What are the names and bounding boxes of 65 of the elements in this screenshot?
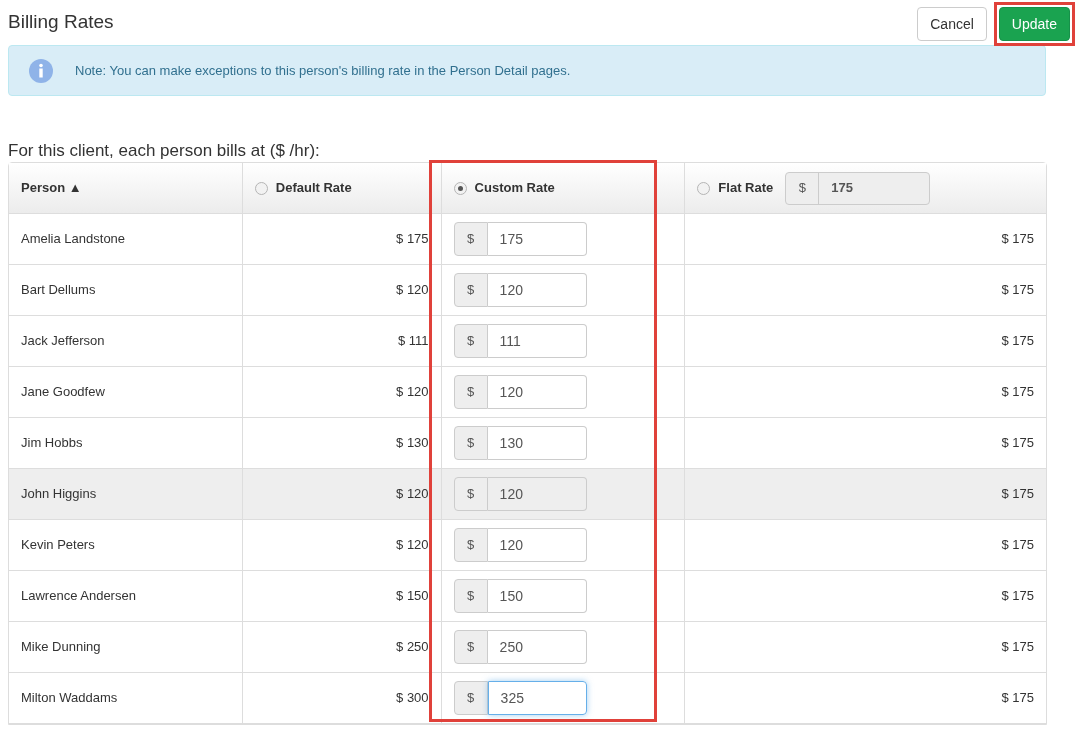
note-text: Note: You can make exceptions to this person's billing rate in the Person Detail pages. [75,61,571,80]
custom-rate-input[interactable]: 120 [487,528,587,562]
person-name: Amelia Landstone [21,230,126,249]
person-name: Kevin Peters [21,536,95,555]
radio-button[interactable] [254,181,268,195]
person-name: Jack Jefferson [21,332,105,351]
flat-rate-field[interactable]: $ 175 [785,171,931,205]
currency-addon: $ [453,273,488,307]
default-rate: $ 300 [396,689,429,708]
column-header[interactable]: Person ▲ [21,178,82,198]
person-name: Jane Goodfew [21,383,105,402]
custom-rate-input[interactable]: 120 [487,273,587,307]
table-caption: For this client, each person bills at ($ /hr): [8,140,321,162]
default-rate: $ 175 [396,230,429,249]
custom-rate-input[interactable]: 111 [487,324,587,358]
flat-rate: $ 175 [1001,587,1034,606]
currency-addon: $ [786,172,820,204]
currency-addon: $ [453,528,488,562]
currency-addon: $ [453,324,488,358]
flat-rate: $ 175 [1001,434,1034,453]
flat-rate: $ 175 [1001,383,1034,402]
currency-addon: $ [453,681,488,715]
flat-rate: $ 175 [1001,281,1034,300]
currency-addon: $ [453,630,488,664]
custom-rate-input[interactable]: 120 [487,477,587,511]
person-name: Jim Hobbs [21,434,83,453]
custom-rate-input[interactable]: 325 [487,681,587,715]
flat-rate: $ 175 [1001,332,1034,351]
default-rate: $ 120 [396,485,429,504]
currency-addon: $ [453,477,488,511]
flat-rate-value: 175 [830,179,853,198]
flat-rate: $ 175 [1001,230,1034,249]
person-name: Lawrence Andersen [21,587,136,606]
cancel-button[interactable]: Cancel [917,7,987,41]
default-rate: $ 120 [396,383,429,402]
radio-button[interactable] [453,181,467,195]
default-rate: $ 150 [396,587,429,606]
custom-rate-input[interactable]: 175 [487,222,587,256]
custom-rate-input[interactable]: 120 [487,375,587,409]
currency-addon: $ [453,579,488,613]
default-rate: $ 111 [398,332,429,351]
flat-rate: $ 175 [1001,638,1034,657]
default-rate: $ 130 [396,434,429,453]
column-header[interactable]: Flat Rate [718,178,774,198]
radio-button[interactable] [697,181,711,195]
flat-rate: $ 175 [1001,689,1034,708]
custom-rate-input[interactable]: 130 [487,426,587,460]
person-name: Milton Waddams [21,689,118,708]
column-header[interactable]: Default Rate [275,178,352,198]
currency-addon: $ [453,426,488,460]
currency-addon: $ [453,222,488,256]
default-rate: $ 120 [396,281,429,300]
custom-rate-input[interactable]: 150 [487,579,587,613]
currency-addon: $ [453,375,488,409]
person-name: John Higgins [21,485,97,504]
flat-rate: $ 175 [1001,485,1034,504]
default-rate: $ 250 [396,638,429,657]
custom-rate-input[interactable]: 250 [487,630,587,664]
default-rate: $ 120 [396,536,429,555]
column-header[interactable]: Custom Rate [474,178,555,198]
flat-rate: $ 175 [1001,536,1034,555]
person-name: Mike Dunning [21,638,101,657]
page-title: Billing Rates [8,10,114,34]
info-icon [29,58,53,83]
person-name: Bart Dellums [21,281,96,300]
